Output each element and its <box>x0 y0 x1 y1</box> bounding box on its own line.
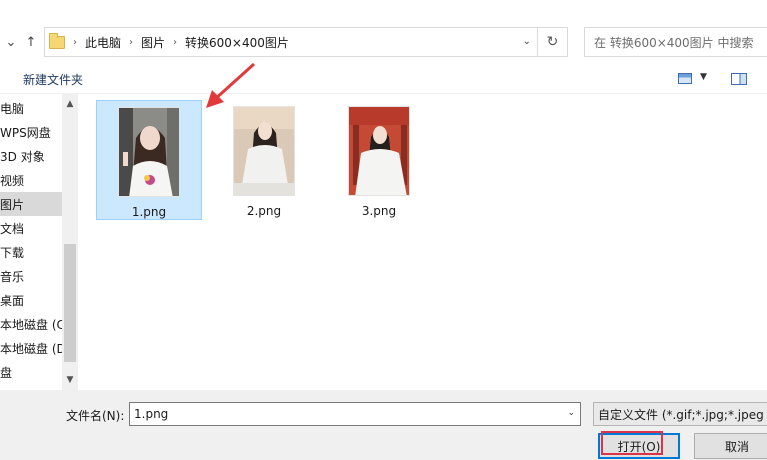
filename-value: 1.png <box>134 407 169 421</box>
file-item-3[interactable]: 3.png <box>326 100 432 220</box>
sidebar-item-disk-d[interactable]: 本地磁盘 (D <box>0 336 62 360</box>
scrollbar-thumb[interactable] <box>64 244 76 362</box>
breadcrumb-current-folder[interactable]: 转换600×400图片 <box>185 34 289 51</box>
sidebar-item-downloads[interactable]: 下载 <box>0 240 62 264</box>
sidebar-item-music[interactable]: 音乐 <box>0 264 62 288</box>
file-list: 1.png 2.png 3.png <box>78 94 767 390</box>
file-item-2[interactable]: 2.png <box>211 100 317 220</box>
bottom-panel: 文件名(N): 1.png ⌄ 自定义文件 (*.gif;*.jpg;*.jpe… <box>0 390 767 460</box>
sidebar-item-desktop[interactable]: 桌面 <box>0 288 62 312</box>
view-dropdown-icon[interactable]: ▼ <box>700 72 707 82</box>
sidebar-item-videos[interactable]: 视频 <box>0 168 62 192</box>
chevron-down-icon[interactable]: ⌄ <box>567 408 575 418</box>
scroll-up-icon[interactable]: ▲ <box>62 96 78 112</box>
sidebar-item-disk-c[interactable]: 本地磁盘 (C <box>0 312 62 336</box>
search-input[interactable]: 在 转换600×400图片 中搜索 <box>584 27 767 57</box>
back-arrow-icon[interactable]: ⌄ <box>2 33 20 51</box>
annotation-arrow-icon <box>206 62 256 108</box>
cancel-button[interactable]: 取消 <box>694 433 767 459</box>
sidebar-item-this-pc[interactable]: 电脑 <box>0 96 62 120</box>
sidebar-scrollbar[interactable]: ▲ ▼ <box>62 94 78 390</box>
scroll-down-icon[interactable]: ▼ <box>62 372 78 388</box>
breadcrumb-pictures[interactable]: 图片 <box>141 34 165 51</box>
search-placeholder: 在 转换600×400图片 中搜索 <box>594 35 754 50</box>
chevron-right-icon[interactable]: › <box>73 37 77 48</box>
image-thumbnail <box>118 107 180 197</box>
chevron-right-icon[interactable]: › <box>129 37 133 48</box>
preview-pane-icon[interactable] <box>731 73 747 85</box>
view-options-icon[interactable] <box>678 73 692 84</box>
address-bar[interactable]: › 此电脑 › 图片 › 转换600×400图片 ⌄ <box>44 27 538 57</box>
chevron-right-icon[interactable]: › <box>173 37 177 48</box>
sidebar-item-wps-drive[interactable]: WPS网盘 <box>0 120 62 144</box>
navigation-pane: 电脑 WPS网盘 3D 对象 视频 图片 文档 下载 音乐 桌面 本地磁盘 (C… <box>0 94 78 390</box>
new-folder-button[interactable]: 新建文件夹 <box>23 71 83 88</box>
file-name-2: 2.png <box>246 204 282 218</box>
image-thumbnail <box>348 106 410 196</box>
filename-input[interactable]: 1.png ⌄ <box>129 402 581 426</box>
sidebar-item-3d-objects[interactable]: 3D 对象 <box>0 144 62 168</box>
filename-label: 文件名(N): <box>66 409 125 423</box>
chevron-down-icon[interactable]: ⌄ <box>523 36 531 47</box>
open-button-label: 打开(O) <box>617 439 661 454</box>
filetype-value: 自定义文件 (*.gif;*.jpg;*.jpeg <box>598 407 764 422</box>
toolbar: 新建文件夹 ▼ <box>0 64 767 94</box>
sidebar-item-documents[interactable]: 文档 <box>0 216 62 240</box>
navigation-bar: ⌄ ↑ › 此电脑 › 图片 › 转换600×400图片 ⌄ ↻ 在 转换600… <box>0 22 767 62</box>
open-button[interactable]: 打开(O) <box>598 433 680 459</box>
breadcrumb-this-pc[interactable]: 此电脑 <box>85 34 121 51</box>
image-thumbnail <box>233 106 295 196</box>
folder-icon <box>49 32 65 49</box>
filetype-select[interactable]: 自定义文件 (*.gif;*.jpg;*.jpeg <box>593 402 767 426</box>
file-item-1[interactable]: 1.png <box>96 100 202 220</box>
sidebar-item-drive[interactable]: 盘 <box>0 360 62 384</box>
sidebar-item-pictures[interactable]: 图片 <box>0 192 62 216</box>
file-open-dialog: ⌄ ↑ › 此电脑 › 图片 › 转换600×400图片 ⌄ ↻ 在 转换600… <box>0 0 767 460</box>
file-name-3: 3.png <box>361 204 397 218</box>
refresh-icon[interactable]: ↻ <box>538 27 568 57</box>
cancel-button-label: 取消 <box>724 439 749 454</box>
up-arrow-icon[interactable]: ↑ <box>22 33 40 51</box>
file-name-1: 1.png <box>131 205 167 219</box>
